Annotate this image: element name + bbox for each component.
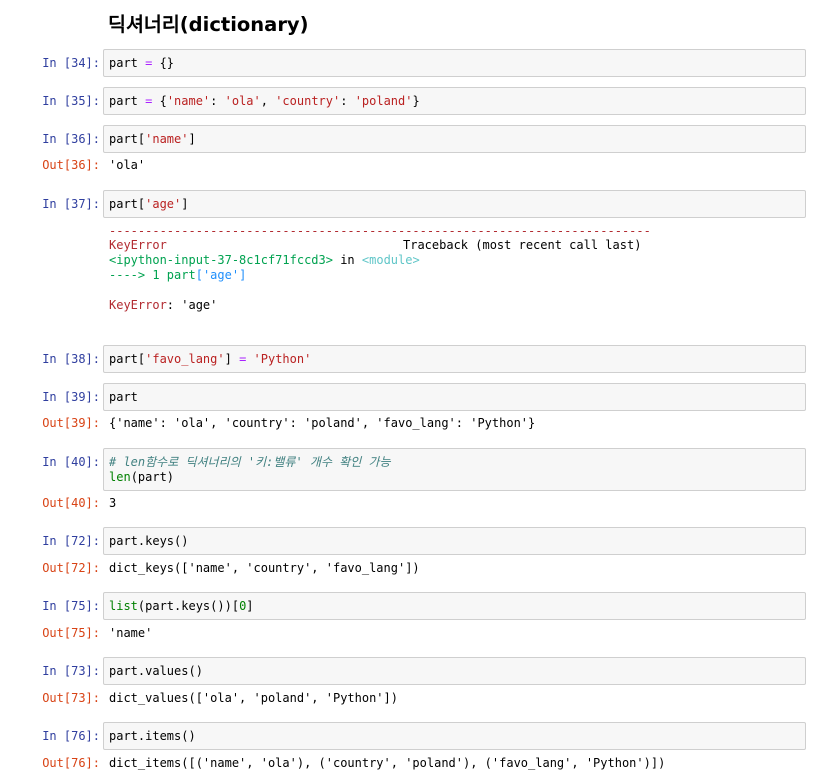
code-line: part.keys() (109, 534, 189, 548)
out-prompt: Out[75]: (42, 626, 100, 640)
traceback-header: Traceback (most recent call last) (403, 238, 642, 252)
in-prompt: In [76]: (42, 729, 100, 743)
code-line: part['name'] (109, 132, 196, 146)
in-prompt: In [38]: (42, 352, 100, 366)
code-line: part.items() (109, 729, 196, 743)
in-prompt: In [72]: (42, 534, 100, 548)
cell-output: 3 (109, 496, 117, 510)
out-prompt: Out[36]: (42, 158, 100, 172)
notebook: 딕셔너리(dictionary) In [34]: part = {} In [… (0, 0, 816, 784)
code-comment: # len함수로 딕셔너리의 '키:밸류' 개수 확인 가능 (109, 455, 391, 469)
code-cell-37[interactable]: part['age'] (103, 190, 806, 218)
code-line: list(part.keys())[0] (109, 599, 254, 613)
code-cell-73[interactable]: part.values() (103, 657, 806, 685)
traceback-location: <ipython-input-37-8c1cf71fccd3> in <modu… (109, 253, 420, 267)
out-prompt: Out[76]: (42, 756, 100, 770)
code-cell-36[interactable]: part['name'] (103, 125, 806, 153)
code-cell-39[interactable]: part (103, 383, 806, 411)
traceback-dashes: ----------------------------------------… (109, 224, 651, 238)
traceback-error-name: KeyError (109, 238, 167, 252)
in-prompt: In [36]: (42, 132, 100, 146)
traceback-message: KeyError: 'age' (109, 298, 218, 312)
code-cell-76[interactable]: part.items() (103, 722, 806, 750)
code-line: part['favo_lang'] = 'Python' (109, 352, 312, 366)
out-prompt: Out[73]: (42, 691, 100, 705)
code-line: part (109, 390, 138, 404)
code-line: len(part) (109, 470, 175, 484)
code-cell-34[interactable]: part = {} (103, 49, 806, 77)
code-cell-35[interactable]: part = {'name': 'ola', 'country': 'polan… (103, 87, 806, 115)
in-prompt: In [73]: (42, 664, 100, 678)
cell-output: {'name': 'ola', 'country': 'poland', 'fa… (109, 416, 536, 430)
code-cell-72[interactable]: part.keys() (103, 527, 806, 555)
cell-output: 'ola' (109, 158, 146, 172)
in-prompt: In [40]: (42, 455, 100, 469)
in-prompt: In [35]: (42, 94, 100, 108)
code-cell-38[interactable]: part['favo_lang'] = 'Python' (103, 345, 806, 373)
traceback-arrow-line: ----> 1 part['age'] (109, 268, 247, 282)
code-cell-40[interactable]: # len함수로 딕셔너리의 '키:밸류' 개수 확인 가능 len(part) (103, 448, 806, 491)
cell-output: dict_values(['ola', 'poland', 'Python']) (109, 691, 398, 705)
code-cell-75[interactable]: list(part.keys())[0] (103, 592, 806, 620)
code-line: part.values() (109, 664, 203, 678)
in-prompt: In [39]: (42, 390, 100, 404)
in-prompt: In [37]: (42, 197, 100, 211)
in-prompt: In [75]: (42, 599, 100, 613)
out-prompt: Out[72]: (42, 561, 100, 575)
notebook-heading: 딕셔너리(dictionary) (108, 13, 309, 36)
in-prompt: In [34]: (42, 56, 100, 70)
cell-output: 'name' (109, 626, 153, 640)
out-prompt: Out[40]: (42, 496, 100, 510)
cell-output: dict_keys(['name', 'country', 'favo_lang… (109, 561, 420, 575)
cell-output: dict_items([('name', 'ola'), ('country',… (109, 756, 666, 770)
out-prompt: Out[39]: (42, 416, 100, 430)
code-line: part = {'name': 'ola', 'country': 'polan… (109, 94, 420, 108)
code-line: part = {} (109, 56, 175, 70)
code-line: part['age'] (109, 197, 189, 211)
